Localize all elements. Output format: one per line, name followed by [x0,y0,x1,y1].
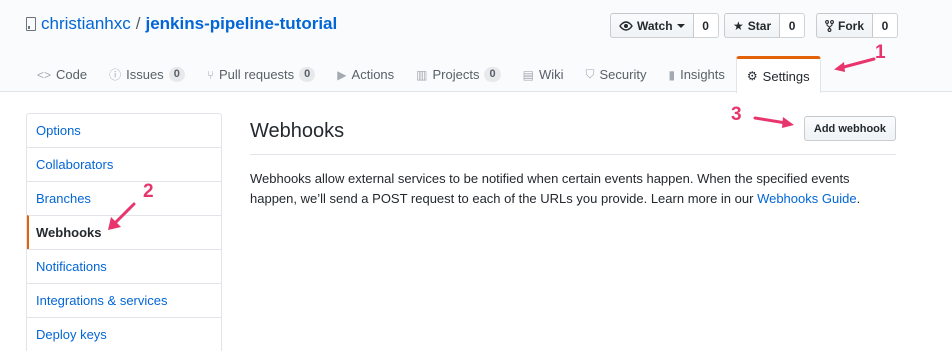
annotation-arrow-1 [834,57,876,72]
repo-name-link[interactable]: jenkins-pipeline-tutorial [146,14,338,34]
sidebar-item-integrations[interactable]: Integrations & services [27,283,221,317]
tab-projects[interactable]: ▥ Projects 0 [405,56,511,92]
watch-label: Watch [637,18,673,33]
sidebar-item-notifications[interactable]: Notifications [27,249,221,283]
tab-counter: 0 [168,67,185,82]
tab-settings[interactable]: ⚙ Settings [735,56,821,93]
fork-icon [825,19,834,32]
webhooks-description: Webhooks allow external services to be n… [250,169,896,209]
shield-icon: ⛉ [585,67,595,81]
tab-label: Issues [126,67,164,82]
repo-title: christianhxc / jenkins-pipeline-tutorial [26,14,337,34]
project-icon: ▥ [416,67,428,82]
panel-header: Webhooks Add webhook [250,113,896,155]
description-end: . [856,191,861,206]
fork-count[interactable]: 0 [873,13,899,38]
tab-label: Security [599,67,647,82]
star-icon: ★ [733,18,744,33]
repo-header: christianhxc / jenkins-pipeline-tutorial… [0,0,952,93]
tab-code[interactable]: <> Code [26,56,98,92]
tab-label: Code [56,67,88,82]
tab-label: Wiki [538,67,564,82]
annotation-arrow-3 [753,116,794,128]
add-webhook-button[interactable]: Add webhook [803,116,896,141]
code-icon: <> [37,67,52,82]
issue-icon: ⓘ [109,68,122,82]
fork-group: Fork 0 [816,13,899,38]
tab-label: Insights [680,67,725,82]
star-label: Star [747,18,772,33]
gear-icon: ⚙ [746,69,758,83]
repo-separator: / [135,14,141,33]
eye-icon [619,20,633,31]
tab-counter: 0 [484,67,501,82]
play-icon: ▶ [337,67,347,82]
annotation-number-3: 3 [731,104,742,125]
book-icon: ▤ [522,67,534,82]
tab-pull-requests[interactable]: ⑂ Pull requests 0 [196,56,326,92]
watch-count[interactable]: 0 [693,13,719,38]
tab-counter: 0 [299,67,316,82]
star-count[interactable]: 0 [780,13,806,38]
fork-button[interactable]: Fork [816,13,874,38]
annotation-number-1: 1 [875,42,886,63]
annotation-number-2: 2 [143,181,154,202]
tab-label: Settings [762,68,810,84]
webhooks-panel: Webhooks Add webhook Webhooks allow exte… [250,113,896,206]
pull-request-icon: ⑂ [206,67,215,82]
annotation-arrow-2 [108,202,136,230]
tab-label: Actions [351,67,395,82]
watch-button[interactable]: Watch [610,13,694,38]
tab-issues[interactable]: ⓘ Issues 0 [98,56,196,92]
star-group: ★ Star 0 [724,13,806,38]
star-button[interactable]: ★ Star [724,13,781,38]
repo-icon [26,17,36,31]
sidebar-item-deploy-keys[interactable]: Deploy keys [27,317,221,351]
tab-label: Pull requests [219,67,295,82]
tab-label: Projects [432,67,480,82]
tab-wiki[interactable]: ▤ Wiki [512,56,575,92]
graph-icon: ▮ [668,67,676,82]
watch-group: Watch 0 [610,13,719,38]
tab-insights[interactable]: ▮ Insights [657,56,735,92]
tab-security[interactable]: ⛉ Security [575,56,658,92]
sidebar-item-collaborators[interactable]: Collaborators [27,147,221,181]
chevron-down-icon [676,23,685,28]
page-title: Webhooks [250,120,345,142]
fork-label: Fork [838,18,865,33]
webhooks-guide-link[interactable]: Webhooks Guide [757,191,857,206]
tab-actions[interactable]: ▶ Actions [326,56,405,92]
repo-owner-link[interactable]: christianhxc [41,14,131,34]
sidebar-item-options[interactable]: Options [27,114,221,147]
repo-nav-tabs: <> Code ⓘ Issues 0 ⑂ Pull requests 0 ▶ A… [26,56,821,93]
